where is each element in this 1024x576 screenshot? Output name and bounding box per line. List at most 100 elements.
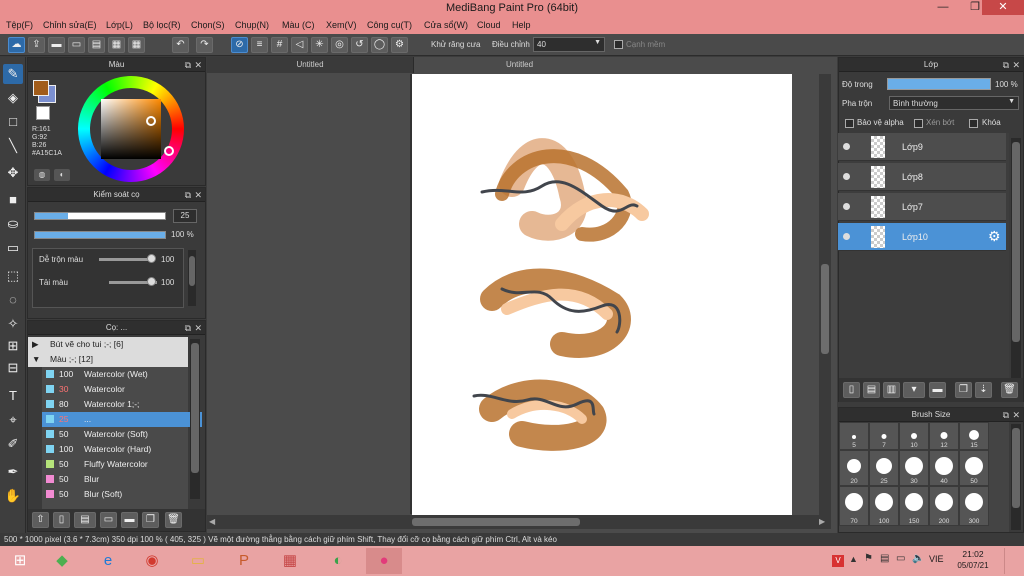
menu-tools[interactable]: Công cụ(T) (367, 20, 412, 30)
canvas-hscrollbar[interactable]: ◀ ▶ (207, 515, 831, 529)
divide-tool-icon[interactable]: ⌖ (3, 410, 23, 430)
hscroll-thumb[interactable] (412, 518, 580, 526)
network-icon[interactable]: ▤ (880, 553, 889, 564)
folder-icon[interactable]: ▬ (929, 382, 946, 398)
brush-item-selected[interactable]: 25...⚙ (42, 412, 202, 427)
brush-size-cell[interactable]: 7 (869, 422, 899, 450)
lasso-tool-icon[interactable]: ◌ (3, 290, 23, 310)
powerpoint-icon[interactable]: P (226, 548, 262, 574)
volume-icon[interactable]: 🔈 (912, 553, 924, 564)
menu-cloud[interactable]: Cloud (477, 20, 501, 30)
pen-tool-icon[interactable]: ✐ (3, 434, 23, 454)
close-icon[interactable]: ✕ (194, 189, 202, 201)
cloud-icon[interactable]: ☁ (8, 37, 25, 53)
trash-icon[interactable]: 🗑 (1001, 382, 1018, 398)
trash-icon[interactable]: 🗑 (165, 512, 182, 528)
radial-snap-icon[interactable]: ✳ (311, 37, 328, 53)
duplicate-layer-icon[interactable]: ❐ (955, 382, 972, 398)
layer-row[interactable]: Lớp9 (838, 133, 1006, 161)
brush-item[interactable]: 80 Watercolor 1;-; (42, 397, 202, 412)
popout-icon[interactable]: ⧉ (1003, 409, 1009, 421)
visibility-icon[interactable] (843, 233, 850, 240)
minimize-button[interactable]: — (930, 0, 956, 15)
ellipse-snap-icon[interactable]: ◯ (371, 37, 388, 53)
brush-item[interactable]: 30 Watercolor (42, 382, 202, 397)
bluestacks-icon[interactable]: ◆ (44, 548, 80, 574)
drawing-canvas[interactable] (412, 74, 792, 515)
soft-edge-checkbox[interactable] (614, 40, 623, 49)
page-icon[interactable]: ▤ (88, 37, 105, 53)
vscroll-thumb[interactable] (821, 264, 829, 354)
curve-snap-icon[interactable]: ↺ (351, 37, 368, 53)
close-icon[interactable]: ✕ (194, 59, 202, 71)
rect-fill-tool-icon[interactable]: ■ (3, 190, 23, 210)
brush-item[interactable]: 50 Blur (Soft) (42, 487, 202, 502)
layer-row-selected[interactable]: Lớp10 ⚙ (838, 223, 1006, 251)
scroll-left-icon[interactable]: ◀ (209, 517, 215, 526)
bucket-tool-icon[interactable]: ⛀ (3, 214, 23, 234)
brush-size-cell[interactable]: 50 (959, 450, 989, 486)
brush-size-cell[interactable]: 20 (839, 450, 869, 486)
clock-date[interactable]: 05/07/21 (950, 561, 996, 570)
windows-start-icon[interactable]: ⊞ (0, 548, 40, 574)
brush-size-cell[interactable]: 5 (839, 422, 869, 450)
saturation-square[interactable] (101, 99, 161, 159)
undo-icon[interactable]: ↶ (172, 37, 189, 53)
medibang-icon[interactable]: ● (366, 548, 402, 574)
close-button[interactable]: ✕ (982, 0, 1024, 15)
comment-icon[interactable]: ▬ (48, 37, 65, 53)
settings-icon[interactable]: ⚙ (391, 37, 408, 53)
popout-icon[interactable]: ⧉ (185, 322, 191, 334)
brush-size-cell[interactable]: 300 (959, 486, 989, 526)
app-grid-icon[interactable]: ▦ (272, 548, 308, 574)
new-layer-icon[interactable]: ▯ (843, 382, 860, 398)
visibility-icon[interactable] (843, 143, 850, 150)
clipping-checkbox[interactable] (914, 119, 923, 128)
menu-layer[interactable]: Lớp(L) (106, 20, 133, 30)
move-tool-icon[interactable]: ✥ (3, 163, 23, 183)
popout-icon[interactable]: ⧉ (1003, 59, 1009, 71)
blend-knob[interactable] (147, 254, 156, 263)
lock-checkbox[interactable] (969, 119, 978, 128)
file-explorer-icon[interactable]: ▭ (180, 548, 216, 574)
brush-size-cell[interactable]: 30 (899, 450, 929, 486)
vanish-snap-icon[interactable]: ◁ (291, 37, 308, 53)
battery-icon[interactable]: ▭ (896, 553, 905, 564)
close-icon[interactable]: ✕ (1012, 59, 1020, 71)
visibility-icon[interactable] (843, 173, 850, 180)
layer-blend-select[interactable]: Bình thường ▼ (889, 96, 1019, 110)
brush-size-cell[interactable]: 15 (959, 422, 989, 450)
circle-snap-icon[interactable]: ◎ (331, 37, 348, 53)
palette-add-icon[interactable]: ◍ (34, 169, 50, 181)
magic-wand-icon[interactable]: ✧ (3, 314, 23, 334)
brush-options-icon[interactable]: ▭ (100, 512, 117, 528)
parallel-snap-icon[interactable]: ≡ (251, 37, 268, 53)
internet-explorer-icon[interactable]: e (90, 548, 126, 574)
brush-size-cell[interactable]: 25 (869, 450, 899, 486)
canvas-vscrollbar[interactable] (819, 74, 831, 515)
document-tab-active[interactable]: Untitled (414, 57, 625, 73)
brush-list-scrollbar[interactable] (190, 339, 200, 499)
chrome-icon[interactable]: ◉ (134, 548, 170, 574)
select-eraser-icon[interactable]: ⊟ (3, 358, 23, 378)
scroll-right-icon[interactable]: ▶ (819, 517, 825, 526)
merge-layer-icon[interactable]: ⇣ (975, 382, 992, 398)
layer-scrollbar[interactable] (1011, 138, 1021, 380)
document-tab[interactable]: Untitled (207, 57, 414, 73)
menu-select[interactable]: Chọn(S) (191, 20, 225, 30)
brush-size-scrollbar[interactable] (1011, 424, 1021, 530)
eyedropper-icon[interactable]: ✒ (3, 462, 23, 482)
brush-size-cell[interactable]: 10 (899, 422, 929, 450)
menu-view[interactable]: Xem(V) (326, 20, 357, 30)
redo-icon[interactable]: ↷ (196, 37, 213, 53)
export-icon[interactable]: ⇪ (28, 37, 45, 53)
chat-icon[interactable]: ▭ (68, 37, 85, 53)
brush-size-cell[interactable]: 100 (869, 486, 899, 526)
dot-tool-icon[interactable]: ╲ (3, 136, 23, 156)
brush-size-cell[interactable]: 70 (839, 486, 869, 526)
brush-size-cell[interactable]: 12 (929, 422, 959, 450)
game-app-icon[interactable]: ◐ (320, 548, 356, 574)
select-pen-icon[interactable]: ⊞ (3, 336, 23, 356)
vivaldi-tray-icon[interactable]: V (832, 555, 844, 567)
menu-file[interactable]: Tệp(F) (6, 20, 33, 30)
